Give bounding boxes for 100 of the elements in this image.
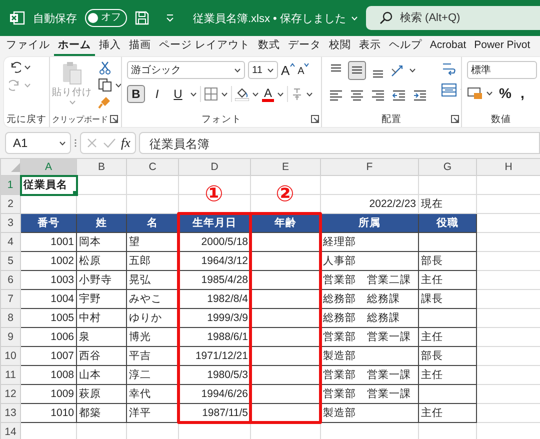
cell-text: 総務部 総務課 <box>323 293 400 305</box>
caret-icon[interactable] <box>190 92 197 96</box>
row-header[interactable]: 13 <box>0 404 20 422</box>
dialog-launcher-icon[interactable] <box>311 115 319 123</box>
column-heading: 所属 <box>358 217 380 229</box>
cell-text: 幸代 <box>129 388 151 400</box>
row-header[interactable]: 8 <box>0 308 20 328</box>
dialog-launcher-icon[interactable] <box>451 115 459 123</box>
cell-text: 製造部 <box>323 407 356 419</box>
caret-icon[interactable] <box>409 68 416 73</box>
ribbon-tab[interactable]: データ <box>284 36 325 56</box>
ribbon-tab[interactable]: 表示 <box>354 36 385 56</box>
comma-style-button[interactable]: , <box>517 85 528 101</box>
group-label: 数値 <box>491 112 511 126</box>
caret-icon[interactable] <box>115 82 121 88</box>
caret-icon[interactable] <box>221 92 228 96</box>
cell-text: 営業部 営業一課 <box>323 331 411 343</box>
column-header[interactable]: D <box>178 158 250 176</box>
cell-text: 泉 <box>79 331 90 343</box>
cell-text: 2000/5/18 <box>201 236 248 248</box>
percent-style-button[interactable]: % <box>496 85 514 101</box>
currency-format-icon[interactable] <box>467 86 483 100</box>
row-header[interactable]: 14 <box>0 422 20 439</box>
caret-icon[interactable] <box>267 68 274 72</box>
ribbon-tab[interactable]: Acrobat <box>426 36 470 56</box>
column-header[interactable]: C <box>126 158 178 176</box>
ribbon-tab[interactable]: ヘルプ <box>384 36 426 56</box>
name-box[interactable]: A1 <box>5 132 71 154</box>
font-name-dropdown[interactable]: 游ゴシック <box>127 61 245 79</box>
bold-button[interactable]: B <box>127 85 145 103</box>
cell-text: 1985/4/28 <box>201 274 248 286</box>
row-header[interactable]: 2 <box>0 194 20 214</box>
spreadsheet-logo-icon[interactable] <box>9 10 25 26</box>
wrap-text-icon[interactable] <box>441 61 457 77</box>
search-field[interactable]: 検索 (Alt+Q) <box>366 6 540 30</box>
customize-toolbar-icon[interactable] <box>165 14 175 22</box>
column-header[interactable]: B <box>76 158 126 176</box>
italic-button[interactable]: I <box>148 85 166 103</box>
caret-icon[interactable] <box>306 92 314 96</box>
column-header[interactable]: F <box>320 158 418 176</box>
cell-text: 1010 <box>50 407 74 419</box>
caret-up-icon <box>290 62 295 66</box>
ribbon-tab[interactable]: ページ レイアウト <box>155 36 254 56</box>
font-size-dropdown[interactable]: 11 <box>248 61 278 79</box>
cell-text: 1006 <box>50 331 74 343</box>
caret-icon[interactable] <box>234 68 241 72</box>
caret-icon[interactable] <box>24 64 31 70</box>
ribbon-tab[interactable]: 描画 <box>125 36 155 56</box>
cell-text: 中村 <box>79 312 101 324</box>
number-format-dropdown[interactable]: 標準 <box>467 61 537 79</box>
search-icon <box>378 11 393 25</box>
row-header[interactable]: 3 <box>0 214 20 232</box>
row-header[interactable]: 5 <box>0 252 20 270</box>
dialog-launcher-icon[interactable] <box>110 115 118 123</box>
ribbon-tab[interactable]: Power Pivot <box>470 36 534 56</box>
save-icon[interactable] <box>135 11 149 25</box>
row-header[interactable]: 1 <box>0 176 20 194</box>
row-header[interactable]: 12 <box>0 384 20 404</box>
ribbon-tab[interactable]: 挿入 <box>95 36 125 56</box>
cell-text: 総務部 総務課 <box>323 312 400 324</box>
row-header[interactable]: 7 <box>0 290 20 308</box>
undo-icon[interactable] <box>9 61 21 73</box>
merge-cells-icon[interactable] <box>441 83 457 97</box>
fill-color-icon[interactable] <box>235 87 249 101</box>
ribbon-tab[interactable]: ファイル <box>2 36 54 56</box>
column-heading: 生年月日 <box>192 217 236 229</box>
row-header[interactable]: 11 <box>0 366 20 384</box>
ribbon-tab[interactable]: 校閲 <box>324 36 355 56</box>
selected-cell[interactable]: 従業員名 <box>20 176 76 194</box>
column-header[interactable]: G <box>418 158 476 176</box>
decrease-font-button[interactable]: A <box>298 63 310 77</box>
font-color-button[interactable]: A <box>262 86 274 102</box>
cell-text: 山本 <box>79 369 101 381</box>
caret-icon[interactable] <box>277 92 284 96</box>
middle-align-button[interactable] <box>348 61 366 80</box>
row-header[interactable]: 4 <box>0 232 20 252</box>
column-header[interactable]: E <box>250 158 320 176</box>
scissors-icon[interactable] <box>98 61 112 75</box>
insert-function-button[interactable]: fx <box>121 135 130 151</box>
increase-font-button[interactable]: A <box>281 62 295 78</box>
cell-text: 主任 <box>421 407 443 419</box>
row-header[interactable]: 9 <box>0 328 20 346</box>
file-title[interactable]: 従業員名簿.xlsx • 保存しました <box>193 10 358 26</box>
row-header[interactable]: 6 <box>0 270 20 290</box>
copy-icon[interactable] <box>98 78 112 92</box>
row-header[interactable]: 10 <box>0 346 20 366</box>
underline-button[interactable]: U <box>169 85 187 103</box>
formula-field[interactable]: 従業員名簿 <box>139 132 540 154</box>
drag-handle-icon[interactable] <box>74 138 77 148</box>
cell-text: 人事部 <box>323 255 356 267</box>
ribbon-tab[interactable]: 数式 <box>254 36 284 56</box>
caret-icon[interactable] <box>59 140 66 146</box>
caret-icon[interactable] <box>252 92 259 96</box>
group-label: クリップボード <box>52 114 108 124</box>
cell-text: 1001 <box>50 236 74 248</box>
caret-icon[interactable] <box>486 90 493 96</box>
autosave-toggle[interactable]: オフ <box>85 9 127 27</box>
cell-text: 萩原 <box>79 388 101 400</box>
cell-text: 淳二 <box>129 369 151 381</box>
column-header[interactable]: H <box>476 158 540 176</box>
